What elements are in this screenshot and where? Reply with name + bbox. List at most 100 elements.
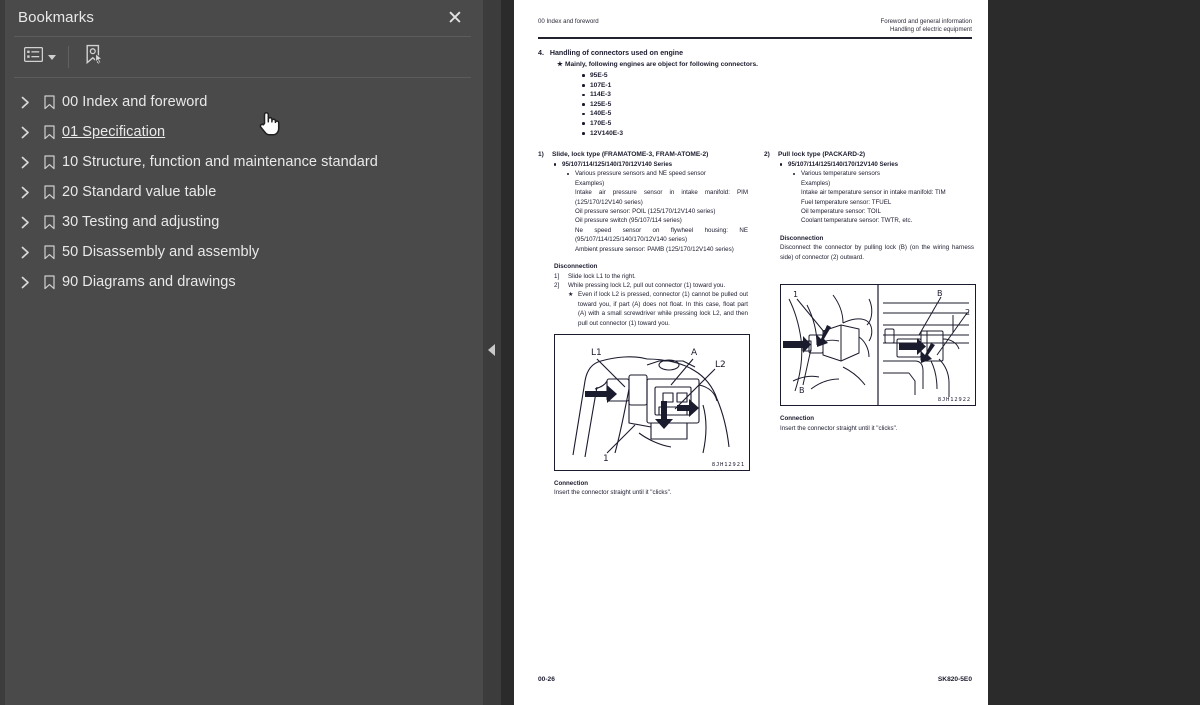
left-disconnection-steps: 1] Slide lock L1 to the right. 2] While pre… <box>538 272 748 291</box>
right-column-title: Pull lock type (PACKARD-2) <box>778 151 866 159</box>
bullet-dot-icon <box>582 84 585 87</box>
new-bookmark-button[interactable] <box>81 44 107 70</box>
left-column-body: Examples) Intake air pressure sensor in i… <box>538 179 748 254</box>
bullet-dot-icon <box>582 93 585 97</box>
body-line: Ne speed sensor on flywheel housing: NE … <box>575 226 748 244</box>
bullet-dot-icon <box>554 163 557 166</box>
bookmarks-panel-header: Bookmarks ✕ <box>5 0 483 36</box>
svg-text:1: 1 <box>603 454 609 464</box>
bullet-dot-icon <box>582 74 585 78</box>
right-connection-heading: Connection <box>780 415 815 423</box>
engine-model-label: 140E-5 <box>590 110 612 118</box>
bookmark-options-button[interactable] <box>21 44 59 70</box>
bullet-dot-icon <box>582 122 585 126</box>
disconnection-step: 2] While pressing lock L2, pull out conne… <box>538 281 748 290</box>
left-connection-text: Insert the connector straight until it "… <box>554 489 672 497</box>
body-line: Examples) <box>801 179 831 187</box>
bullet-dot-icon <box>567 172 570 175</box>
chevron-down-icon <box>48 54 56 60</box>
chevron-right-icon[interactable] <box>14 186 36 199</box>
bookmark-item-label: 00 Index and foreword <box>62 94 208 110</box>
right-bullet-series: 95/107/114/125/140/170/12V140 Series <box>764 160 974 169</box>
engine-model-item: 107E-1 <box>582 81 972 91</box>
section-star-note: ★ Mainly, following engines are object f… <box>557 60 972 70</box>
chevron-right-icon[interactable] <box>14 246 36 259</box>
engine-model-item: 114E-3 <box>582 90 972 100</box>
engine-model-item: 170E-5 <box>582 119 972 129</box>
engine-model-item: 12V140E-3 <box>582 129 972 139</box>
right-connection-text: Insert the connector straight until it "… <box>780 424 898 432</box>
bookmark-item-1[interactable]: 01 Specification <box>5 117 483 147</box>
svg-text:L1: L1 <box>591 348 602 358</box>
engine-model-item: 140E-5 <box>582 109 972 119</box>
bookmark-options-icon <box>23 46 44 67</box>
figure-slide-lock-connector: L1 A L2 1 8JH12921 <box>554 333 750 471</box>
toolbar-separator <box>68 46 69 68</box>
bullet-dot-icon <box>582 132 585 135</box>
engine-model-label: 12V140E-3 <box>590 129 623 137</box>
star-icon: ★ <box>557 60 563 68</box>
bookmark-item-6[interactable]: 90 Diagrams and drawings <box>5 267 483 297</box>
left-step-note: ★ Even if lock L2 is pressed, connector … <box>538 290 748 328</box>
svg-text:B: B <box>937 289 943 298</box>
svg-text:2: 2 <box>965 308 970 317</box>
bookmark-item-label: 90 Diagrams and drawings <box>62 274 236 290</box>
body-line: Intake air pressure sensor in intake man… <box>575 189 748 206</box>
left-disconnection-heading: Disconnection <box>554 263 598 271</box>
bookmark-icon <box>36 184 62 200</box>
close-icon[interactable]: ✕ <box>443 6 467 30</box>
figure-code: 8JH12921 <box>711 461 745 468</box>
right-column-body: Examples) Intake air temperature sensor i… <box>764 179 974 226</box>
document-viewer[interactable]: 00 Index and foreword Foreword and gener… <box>501 0 1200 705</box>
figure-pull-lock-connector: 1 B B 2 8JH12922 <box>780 284 976 407</box>
bookmark-item-4[interactable]: 30 Testing and adjusting <box>5 207 483 237</box>
pdf-page: 00 Index and foreword Foreword and gener… <box>514 0 988 705</box>
engine-model-label: 125E-5 <box>590 100 612 108</box>
bookmark-item-2[interactable]: 10 Structure, function and maintenance s… <box>5 147 483 177</box>
svg-text:L2: L2 <box>715 360 726 370</box>
panel-splitter[interactable] <box>483 0 501 705</box>
chevron-right-icon[interactable] <box>14 126 36 139</box>
step-number: 2] <box>554 281 560 289</box>
chevron-right-icon[interactable] <box>14 96 36 109</box>
body-line: Oil temperature sensor: TOIL <box>801 208 881 216</box>
bookmark-icon <box>36 274 62 290</box>
bookmark-item-5[interactable]: 50 Disassembly and assembly <box>5 237 483 267</box>
bookmark-icon <box>36 214 62 230</box>
running-head-right: Foreword and general information Handlin… <box>881 18 972 34</box>
bookmark-item-label: 20 Standard value table <box>62 184 217 200</box>
body-line: Ambient pressure sensor: PAMB (125/170/1… <box>575 245 734 253</box>
chevron-right-icon[interactable] <box>14 276 36 289</box>
bullet-dot-icon <box>582 112 585 116</box>
document-right-column: 2) Pull lock type (PACKARD-2) 95/107/114… <box>764 150 976 498</box>
svg-text:B: B <box>799 386 805 395</box>
engine-model-label: 95E-5 <box>590 72 608 80</box>
bookmark-item-label: 01 Specification <box>62 124 166 140</box>
bookmark-item-label: 50 Disassembly and assembly <box>62 244 260 260</box>
body-line: Fuel temperature sensor: TFUEL <box>801 198 892 206</box>
running-head-left: 00 Index and foreword <box>538 18 599 25</box>
section-number: 4. <box>538 48 544 57</box>
engine-model-list: 95E-5 107E-1 114E-3 125E-5 140E-5 170E-5 12V14… <box>538 71 972 138</box>
chevron-right-icon[interactable] <box>14 216 36 229</box>
figure-code: 8JH12922 <box>937 397 971 404</box>
bookmarks-toolbar <box>5 37 483 77</box>
bookmark-item-3[interactable]: 20 Standard value table <box>5 177 483 207</box>
engine-model-label: 170E-5 <box>590 120 612 128</box>
bookmark-item-0[interactable]: 00 Index and foreword <box>5 87 483 117</box>
chevron-right-icon[interactable] <box>14 156 36 169</box>
running-head-right-line1: Foreword and general information <box>880 18 972 25</box>
left-step-note-text: Even if lock L2 is pressed, connector (1… <box>578 291 748 327</box>
bookmark-icon <box>36 124 62 140</box>
left-column-heading: 1) Slide, lock type (FRAMATOME-3, FRAM-A… <box>538 150 748 159</box>
left-connection-heading: Connection <box>554 479 589 487</box>
right-column-number: 2) <box>764 151 770 159</box>
page-number: 00-26 <box>538 676 555 683</box>
bullet-dot-icon <box>793 172 796 175</box>
manual-code: SK820-5E0 <box>937 676 972 683</box>
running-head-right-line2: Handling of electric equipment <box>890 26 972 33</box>
bullet-dot-icon <box>780 163 783 166</box>
bookmark-item-label: 10 Structure, function and maintenance s… <box>62 154 378 170</box>
pdf-reader-window: Bookmarks ✕ 00 Index and foreword 01 Spe… <box>0 0 1200 705</box>
collapse-left-arrow-icon[interactable] <box>488 344 495 356</box>
